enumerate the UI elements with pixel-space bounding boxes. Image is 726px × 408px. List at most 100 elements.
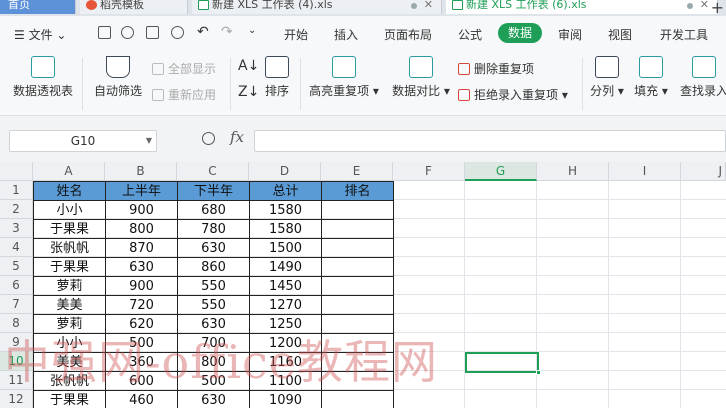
- tab-file-4[interactable]: 新建 XLS 工作表 (4).xls ✕: [192, 0, 442, 14]
- tab-docer-templates[interactable]: 稻壳模板: [80, 0, 188, 14]
- table-cell[interactable]: 1250: [249, 314, 322, 334]
- active-cell-g10[interactable]: [465, 352, 541, 375]
- column-header-a[interactable]: A: [33, 162, 105, 181]
- table-cell[interactable]: 900: [105, 200, 178, 220]
- zoom-search-icon[interactable]: [202, 132, 215, 145]
- table-cell[interactable]: 1580: [249, 219, 322, 239]
- redo-icon[interactable]: ↷: [221, 24, 233, 40]
- table-cell[interactable]: 1270: [249, 295, 322, 315]
- column-header-b[interactable]: B: [105, 162, 177, 181]
- table-cell[interactable]: 630: [177, 390, 250, 408]
- column-header-f[interactable]: F: [393, 162, 465, 181]
- table-cell[interactable]: 550: [177, 276, 250, 296]
- row-header-3[interactable]: 3: [0, 219, 33, 238]
- table-cell[interactable]: 萝莉: [33, 314, 106, 334]
- sort-button[interactable]: 排序: [262, 52, 292, 99]
- table-cell[interactable]: 1450: [249, 276, 322, 296]
- column-header-c[interactable]: C: [177, 162, 249, 181]
- highlight-duplicates-button[interactable]: 高亮重复项 ▾: [308, 52, 380, 99]
- table-cell[interactable]: 小小: [33, 200, 106, 220]
- pivot-table-button[interactable]: 数据透视表: [12, 52, 74, 99]
- table-cell[interactable]: [321, 276, 394, 296]
- print-preview-icon[interactable]: [171, 26, 184, 39]
- select-all-corner[interactable]: [0, 162, 33, 181]
- table-cell[interactable]: 于果果: [33, 390, 106, 408]
- column-header-h[interactable]: H: [537, 162, 609, 181]
- sort-ascending-icon[interactable]: A↓: [238, 58, 259, 74]
- table-cell[interactable]: 于果果: [33, 219, 106, 239]
- table-cell[interactable]: 630: [177, 238, 250, 258]
- reapply-button[interactable]: 重新应用: [152, 86, 216, 103]
- new-tab-plus-icon[interactable]: +: [711, 0, 724, 17]
- show-all-button[interactable]: 全部显示: [152, 60, 216, 77]
- table-cell[interactable]: [321, 219, 394, 239]
- table-cell[interactable]: 于果果: [33, 257, 106, 277]
- table-cell[interactable]: [321, 314, 394, 334]
- table-cell[interactable]: 720: [105, 295, 178, 315]
- chevron-down-icon[interactable]: ▼: [146, 131, 152, 151]
- close-tab-icon[interactable]: ✕: [424, 0, 433, 10]
- table-cell[interactable]: 780: [177, 219, 250, 239]
- table-cell[interactable]: [321, 295, 394, 315]
- row-header-2[interactable]: 2: [0, 200, 33, 219]
- sort-descending-icon[interactable]: Z↓: [238, 84, 259, 100]
- quick-access-more-icon[interactable]: ⌄: [248, 25, 256, 36]
- row-header-6[interactable]: 6: [0, 276, 33, 295]
- table-cell[interactable]: 550: [177, 295, 250, 315]
- menu-tab-review[interactable]: 审阅: [558, 26, 582, 43]
- column-header-j[interactable]: J: [681, 162, 726, 181]
- table-cell[interactable]: 1090: [249, 390, 322, 408]
- table-cell[interactable]: [321, 390, 394, 408]
- table-cell[interactable]: 800: [105, 219, 178, 239]
- table-cell[interactable]: 1580: [249, 200, 322, 220]
- table-cell[interactable]: 680: [177, 200, 250, 220]
- table-cell[interactable]: 860: [177, 257, 250, 277]
- print-icon[interactable]: [146, 26, 159, 39]
- tab-home[interactable]: 首页: [0, 0, 76, 14]
- close-tab-icon[interactable]: ✕: [700, 0, 709, 10]
- menu-tab-insert[interactable]: 插入: [334, 26, 358, 43]
- row-header-7[interactable]: 7: [0, 295, 33, 314]
- table-cell[interactable]: 620: [105, 314, 178, 334]
- row-header-5[interactable]: 5: [0, 257, 33, 276]
- table-cell[interactable]: 630: [177, 314, 250, 334]
- text-to-columns-button[interactable]: 分列 ▾: [590, 52, 624, 99]
- table-cell[interactable]: [321, 238, 394, 258]
- menu-tab-developer[interactable]: 开发工具: [660, 26, 708, 43]
- table-cell[interactable]: 460: [105, 390, 178, 408]
- header-cell-name[interactable]: 姓名: [33, 181, 106, 201]
- column-header-g[interactable]: G: [465, 162, 537, 181]
- undo-icon[interactable]: ↶: [197, 24, 209, 40]
- column-header-e[interactable]: E: [321, 162, 393, 181]
- table-cell[interactable]: 870: [105, 238, 178, 258]
- data-compare-button[interactable]: 数据对比 ▾: [390, 52, 452, 99]
- menu-tab-home[interactable]: 开始: [284, 26, 308, 43]
- tab-file-6[interactable]: 新建 XLS 工作表 (6).xls ✕: [446, 0, 718, 14]
- remove-duplicates-button[interactable]: 删除重复项: [458, 60, 534, 77]
- table-cell[interactable]: 900: [105, 276, 178, 296]
- row-header-1[interactable]: 1: [0, 181, 33, 200]
- header-cell-rank[interactable]: 排名: [321, 181, 394, 201]
- header-cell-second-half[interactable]: 下半年: [177, 181, 250, 201]
- autofilter-button[interactable]: 自动筛选: [92, 52, 144, 99]
- name-box[interactable]: G10 ▼: [9, 130, 157, 152]
- file-menu-button[interactable]: ☰ 文件 ⌄: [14, 26, 66, 43]
- table-cell[interactable]: [321, 200, 394, 220]
- header-cell-first-half[interactable]: 上半年: [105, 181, 178, 201]
- menu-tab-view[interactable]: 视图: [608, 26, 632, 43]
- menu-tab-data[interactable]: 数据: [498, 23, 543, 43]
- table-cell[interactable]: [321, 257, 394, 277]
- header-cell-total[interactable]: 总计: [249, 181, 322, 201]
- formula-input[interactable]: [254, 130, 726, 152]
- lookup-entry-button[interactable]: 查找录入: [680, 52, 726, 99]
- table-cell[interactable]: 美美: [33, 295, 106, 315]
- menu-tab-formulas[interactable]: 公式: [458, 26, 482, 43]
- row-header-12[interactable]: 12: [0, 390, 33, 408]
- output-pdf-icon[interactable]: [121, 26, 134, 39]
- table-cell[interactable]: 630: [105, 257, 178, 277]
- fill-handle[interactable]: [536, 370, 541, 375]
- menu-tab-page-layout[interactable]: 页面布局: [384, 26, 432, 43]
- insert-function-icon[interactable]: fx: [230, 128, 244, 146]
- reject-duplicates-button[interactable]: 拒绝录入重复项 ▾: [458, 86, 568, 103]
- column-header-d[interactable]: D: [249, 162, 321, 181]
